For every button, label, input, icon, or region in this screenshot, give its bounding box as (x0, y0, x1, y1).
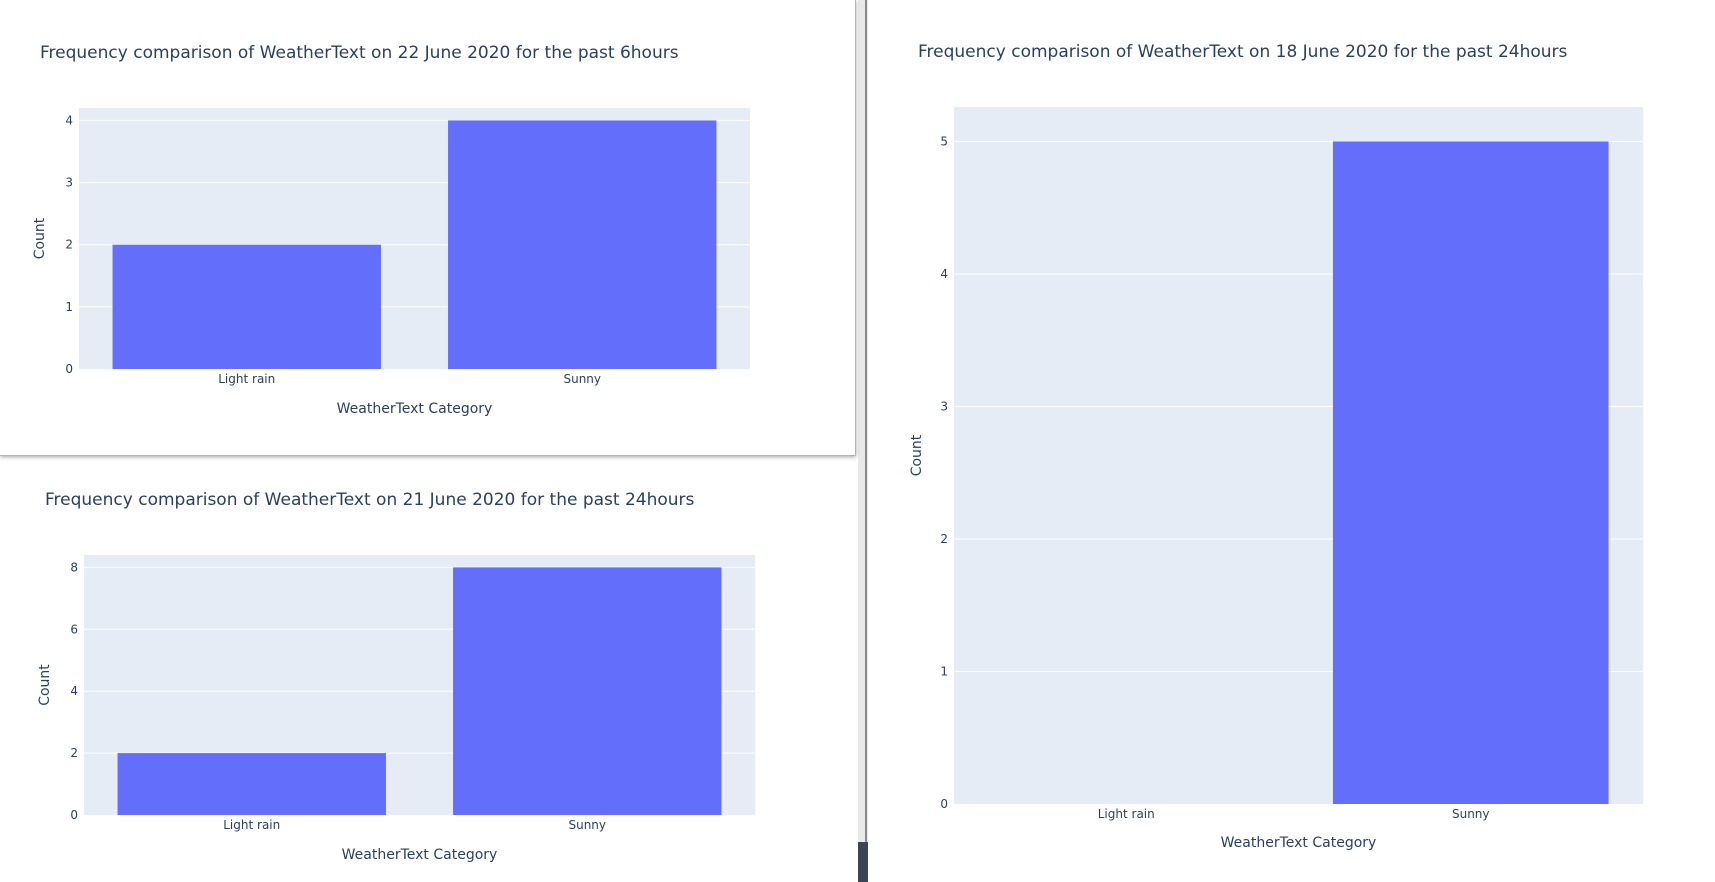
y-tick-label: 6 (70, 622, 78, 636)
bar-chart-21-june: Frequency comparison of WeatherText on 2… (37, 490, 755, 863)
chart-title: Frequency comparison of WeatherText on 2… (40, 43, 679, 63)
y-tick-label: 0 (940, 797, 948, 811)
bar-light-rain[interactable] (117, 753, 386, 815)
y-tick-label: 4 (940, 267, 948, 281)
y-tick-label: 0 (65, 362, 73, 376)
y-tick-label: 5 (940, 134, 948, 148)
window-divider (865, 0, 867, 882)
y-tick-label: 4 (65, 113, 73, 127)
y-axis-title: Count (909, 434, 925, 476)
x-tick-label: Light rain (223, 818, 280, 832)
background-window-edge (858, 842, 868, 882)
y-tick-label: 1 (65, 300, 73, 314)
y-tick-label: 1 (940, 664, 948, 678)
y-tick-label: 8 (70, 560, 78, 574)
y-tick-label: 2 (940, 532, 948, 546)
y-tick-label: 0 (70, 808, 78, 822)
x-tick-label: Sunny (568, 818, 606, 832)
bar-sunny[interactable] (1332, 141, 1609, 805)
x-tick-label: Sunny (1452, 807, 1490, 821)
bar-sunny[interactable] (448, 120, 717, 369)
y-tick-label: 3 (65, 176, 73, 190)
chart-title: Frequency comparison of WeatherText on 1… (918, 42, 1568, 62)
x-axis-title: WeatherText Category (342, 847, 498, 863)
y-tick-label: 3 (940, 399, 948, 413)
x-axis-title: WeatherText Category (1221, 835, 1377, 851)
bar-chart-22-june: Frequency comparison of WeatherText on 2… (32, 43, 750, 417)
y-tick-label: 2 (65, 238, 73, 252)
x-tick-label: Light rain (218, 372, 275, 386)
y-axis-title: Count (32, 217, 48, 259)
y-tick-label: 2 (70, 746, 78, 760)
chart-panel-22-june: Frequency comparison of WeatherText on 2… (0, 0, 856, 456)
chart-panel-18-june: Frequency comparison of WeatherText on 1… (868, 0, 1715, 882)
x-tick-label: Sunny (563, 372, 601, 386)
x-tick-label: Light rain (1098, 807, 1155, 821)
bar-chart-18-june: Frequency comparison of WeatherText on 1… (909, 42, 1643, 851)
y-tick-label: 4 (70, 684, 78, 698)
bar-sunny[interactable] (453, 567, 722, 815)
x-axis-title: WeatherText Category (337, 401, 493, 417)
bar-light-rain[interactable] (112, 244, 381, 369)
y-axis-title: Count (37, 664, 53, 706)
chart-title: Frequency comparison of WeatherText on 2… (45, 490, 695, 510)
chart-panel-21-june: Frequency comparison of WeatherText on 2… (0, 458, 858, 882)
